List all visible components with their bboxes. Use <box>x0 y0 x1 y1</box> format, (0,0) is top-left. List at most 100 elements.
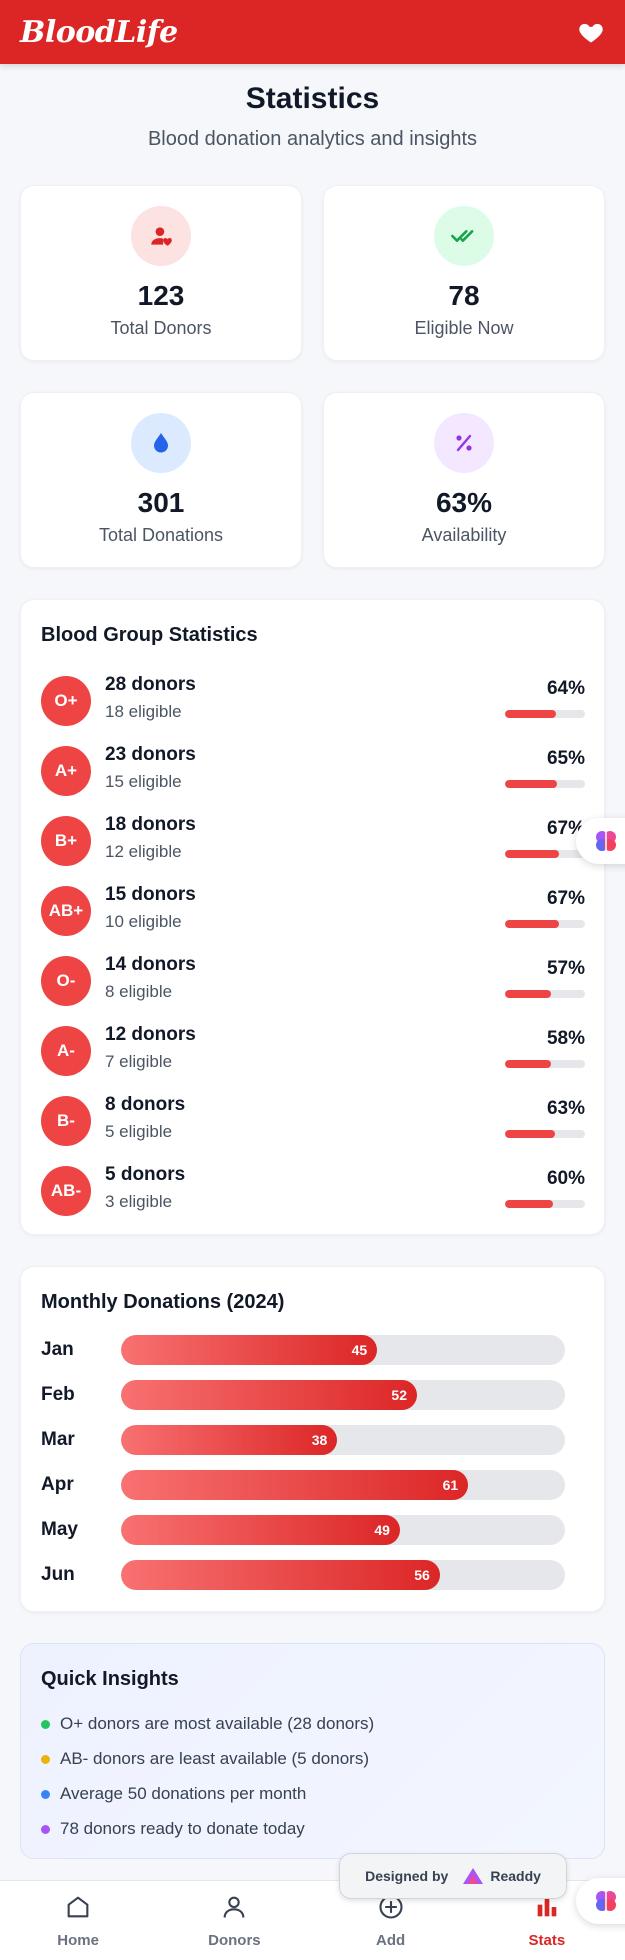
nav-item-donors[interactable]: Donors <box>156 1881 312 1960</box>
nav-label: Donors <box>208 1932 261 1949</box>
donor-count: 8 donors <box>105 1094 186 1115</box>
donor-count: 28 donors <box>105 674 196 695</box>
bar-fill: 38 <box>121 1425 338 1455</box>
blood-group-row: B- 8 donors 5 eligible 63% <box>41 1088 585 1148</box>
monthly-row: Feb 52 <box>41 1380 565 1410</box>
eligible-percent: 65% <box>546 748 585 769</box>
progress-fill <box>505 850 559 858</box>
bar-value: 52 <box>391 1387 407 1403</box>
ai-assistant-button-bottom[interactable] <box>576 1878 625 1924</box>
monthly-row: Apr 61 <box>41 1470 565 1500</box>
eligible-count: 15 eligible <box>105 772 182 791</box>
page-subtitle: Blood donation analytics and insights <box>147 128 478 150</box>
progress-track <box>505 920 585 928</box>
insight-item: 78 donors ready to donate today <box>41 1819 305 1839</box>
eligible-count: 12 eligible <box>105 842 182 861</box>
progress-fill <box>505 780 557 788</box>
stat-card-eligible-now: 78 Eligible Now <box>323 185 605 361</box>
blood-group-row: AB- 5 donors 3 eligible 60% <box>41 1158 585 1218</box>
nav-label: Home <box>57 1932 99 1949</box>
progress-track <box>505 1200 585 1208</box>
quick-insights-card: Quick Insights O+ donors are most availa… <box>20 1643 605 1859</box>
progress-fill <box>505 710 557 718</box>
stat-card-total-donors: 123 Total Donors <box>20 185 302 361</box>
bar-track: 52 <box>121 1380 565 1410</box>
blood-group-row: A+ 23 donors 15 eligible 65% <box>41 738 585 798</box>
progress-track <box>505 850 585 858</box>
user-heart-icon <box>131 206 191 266</box>
eligible-percent: 63% <box>546 1098 585 1119</box>
monthly-row: Mar 38 <box>41 1425 565 1455</box>
blood-group-badge: A- <box>41 1026 91 1076</box>
section-title: Blood Group Statistics <box>41 624 258 646</box>
bar-value: 61 <box>442 1477 459 1493</box>
stat-label: Total Donors <box>110 318 212 338</box>
bullet-dot-icon <box>41 1789 50 1799</box>
stat-card-total-donations: 301 Total Donations <box>20 392 302 568</box>
progress-track <box>505 1060 585 1068</box>
month-label: Jun <box>41 1564 75 1585</box>
bar-fill: 56 <box>121 1560 440 1590</box>
eligible-count: 10 eligible <box>105 912 182 931</box>
brand-logo[interactable]: BloodLife <box>20 15 178 50</box>
blood-group-badge: O- <box>41 956 91 1006</box>
month-label: May <box>41 1519 78 1540</box>
bar-value: 49 <box>374 1522 390 1538</box>
bar-fill: 49 <box>121 1515 400 1545</box>
month-label: Apr <box>41 1474 74 1495</box>
designed-by-name: Readdy <box>490 1868 541 1884</box>
blood-group-badge: AB+ <box>41 886 91 936</box>
blood-group-row: O- 14 donors 8 eligible 57% <box>41 948 585 1008</box>
eligible-percent: 58% <box>546 1028 585 1049</box>
month-label: Jan <box>41 1339 74 1360</box>
blood-group-row: A- 12 donors 7 eligible 58% <box>41 1018 585 1078</box>
progress-track <box>505 710 585 718</box>
bullet-dot-icon <box>41 1824 50 1834</box>
stat-label: Availability <box>421 525 507 545</box>
ai-assistant-button[interactable] <box>576 818 625 864</box>
progress-track <box>505 780 585 788</box>
eligible-count: 8 eligible <box>105 982 173 1001</box>
nav-item-home[interactable]: Home <box>0 1881 156 1960</box>
eligible-percent: 67% <box>546 888 585 909</box>
section-title: Quick Insights <box>41 1668 179 1690</box>
donor-count: 5 donors <box>105 1164 186 1185</box>
brain-icon <box>596 831 616 851</box>
donor-count: 14 donors <box>105 954 196 975</box>
bar-value: 56 <box>414 1567 430 1583</box>
donor-count: 15 donors <box>105 884 196 905</box>
progress-track <box>505 990 585 998</box>
blood-group-badge: B+ <box>41 816 91 866</box>
progress-fill <box>505 1060 552 1068</box>
progress-fill <box>505 920 559 928</box>
heart-icon[interactable] <box>577 18 605 46</box>
month-label: Mar <box>41 1429 75 1450</box>
stat-value: 301 <box>137 487 185 518</box>
monthly-row: May 49 <box>41 1515 565 1545</box>
nav-label: Stats <box>528 1932 566 1949</box>
progress-fill <box>505 990 551 998</box>
bar-fill: 45 <box>121 1335 378 1365</box>
eligible-count: 3 eligible <box>105 1192 173 1211</box>
eligible-percent: 60% <box>546 1168 585 1189</box>
insight-text: AB- donors are least available (5 donors… <box>60 1749 369 1768</box>
blood-group-row: O+ 28 donors 18 eligible 64% <box>41 668 585 728</box>
progress-fill <box>505 1130 556 1138</box>
designed-by-badge[interactable]: Designed by Readdy <box>339 1853 567 1899</box>
blood-group-card: Blood Group Statistics O+ 28 donors 18 eli… <box>20 599 605 1235</box>
readdy-logo-icon <box>463 1868 484 1884</box>
percent-icon <box>434 413 494 473</box>
bar-fill: 52 <box>121 1380 417 1410</box>
monthly-row: Jan 45 <box>41 1335 565 1365</box>
eligible-percent: 64% <box>546 678 585 699</box>
nav-label: Add <box>376 1932 406 1949</box>
app-header: BloodLife <box>0 0 625 64</box>
stat-value: 123 <box>137 280 185 311</box>
eligible-count: 18 eligible <box>105 702 182 721</box>
monthly-row: Jun 56 <box>41 1560 565 1590</box>
user-icon <box>223 1896 245 1918</box>
blood-group-row: AB+ 15 donors 10 eligible 67% <box>41 878 585 938</box>
donor-count: 12 donors <box>105 1024 196 1045</box>
bullet-dot-icon <box>41 1754 50 1764</box>
donor-count: 18 donors <box>105 814 196 835</box>
